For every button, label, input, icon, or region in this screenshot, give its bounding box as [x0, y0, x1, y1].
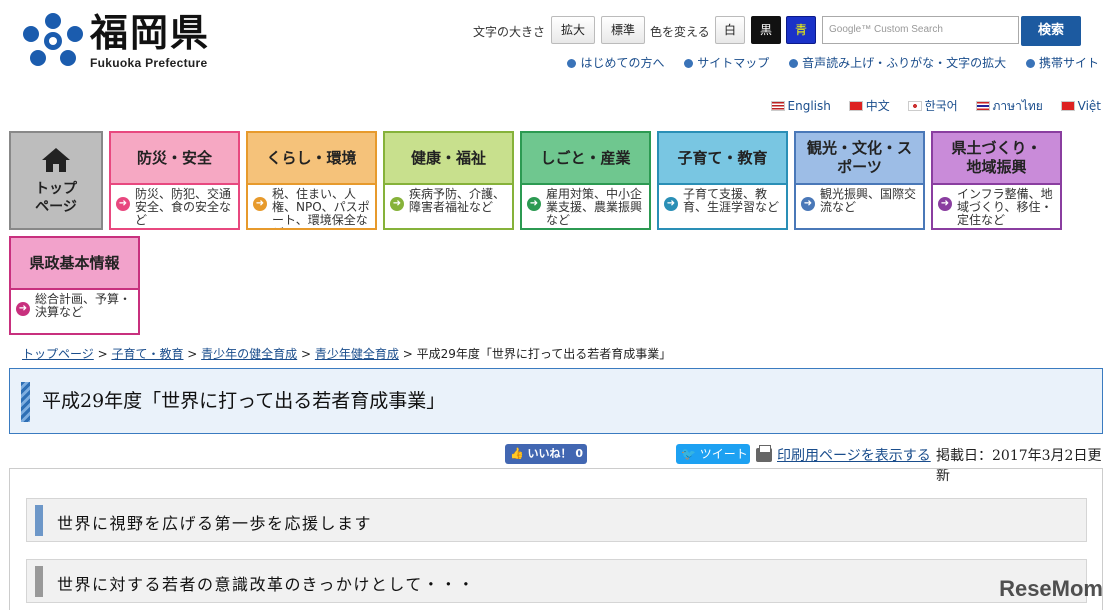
nav-tile-government-info[interactable]: 県政基本情報 ➜ 総合計画、予算・決算など [9, 236, 140, 335]
font-size-label: 文字の大きさ [473, 25, 546, 39]
nav-tile-work-industry[interactable]: しごと・産業 ➜ 雇用対策、中小企業支援、農業振興など [520, 131, 651, 230]
page-title: 平成29年度「世界に打って出る若者育成事業」 [42, 390, 446, 412]
breadcrumb-current: 平成29年度「世界に打って出る若者育成事業」 [416, 347, 672, 361]
color-blue-button[interactable]: 青 [786, 16, 816, 44]
resemom-watermark: ReseMom [999, 576, 1103, 601]
nav-tile-tourism-culture[interactable]: 観光・文化・スポーツ ➜ 観光振興、国際交流など [794, 131, 925, 230]
utility-links: はじめての方へ サイトマップ 音声読み上げ・ふりがな・文字の拡大 携帯サイト [551, 54, 1099, 71]
nav-tile-title: くらし・環境 [248, 133, 375, 185]
thumbs-up-icon: 👍 [510, 447, 528, 460]
util-link-sitemap[interactable]: サイトマップ [684, 56, 769, 70]
section-heading: 世界に視野を広げる第一歩を応援します [26, 498, 1087, 542]
arrow-right-icon: ➜ [253, 197, 267, 211]
site-logo[interactable]: 福岡県 Fukuoka Prefecture [22, 10, 222, 72]
section-accent-bar [35, 505, 43, 536]
nav-tile-health-welfare[interactable]: 健康・福祉 ➜ 疾病予防、介護、障害者福祉など [383, 131, 514, 230]
nav-tile-disaster-safety[interactable]: 防災・安全 ➜ 防災、防犯、交通安全、食の安全など [109, 131, 240, 230]
nav-tile-title: 観光・文化・スポーツ [796, 133, 923, 185]
facebook-like-button[interactable]: 👍 いいね！ 0 [505, 444, 587, 464]
nav-top-page[interactable]: トップ ページ [9, 131, 103, 230]
util-link-accessibility[interactable]: 音声読み上げ・ふりがな・文字の拡大 [789, 56, 1006, 70]
bullet-icon [789, 59, 799, 68]
tweet-button[interactable]: 🐦 ツイート [676, 444, 750, 464]
nav-tile-childcare-education[interactable]: 子育て・教育 ➜ 子育て支援、教育、生涯学習など [657, 131, 788, 230]
util-link-first-time[interactable]: はじめての方へ [567, 56, 664, 70]
breadcrumb: トップページ > 子育て・教育 > 青少年の健全育成 > 青少年健全育成 > 平… [22, 347, 672, 361]
lang-chinese[interactable]: 中文 [848, 99, 890, 113]
arrow-right-icon: ➜ [390, 197, 404, 211]
us-flag-icon [770, 101, 785, 111]
home-icon [42, 148, 70, 172]
logo-subtitle: Fukuoka Prefecture [90, 56, 208, 70]
china-flag-icon [848, 101, 863, 111]
section-accent-bar [35, 566, 43, 597]
breadcrumb-link[interactable]: トップページ [22, 347, 94, 361]
nav-tile-title: しごと・産業 [522, 133, 649, 185]
language-links: English 中文 한국어 ภาษาไทย Việt [757, 97, 1101, 116]
arrow-right-icon: ➜ [527, 197, 541, 211]
font-large-button[interactable]: 拡大 [551, 16, 595, 44]
lang-vietnamese[interactable]: Việt [1060, 99, 1101, 113]
color-black-button[interactable]: 黒 [751, 16, 781, 44]
search-input[interactable]: Google™ Custom Search [822, 16, 1019, 44]
font-standard-button[interactable]: 標準 [601, 16, 645, 44]
nav-tile-land-regional[interactable]: 県土づくり・地域振興 ➜ インフラ整備、地域づくり、移住・定住など [931, 131, 1062, 230]
thai-flag-icon [975, 101, 990, 111]
nav-tile-title: 県土づくり・地域振興 [933, 133, 1060, 185]
main-content: 世界に視野を広げる第一歩を応援します 世界に対する若者の意識改革のきっかけとして… [9, 468, 1103, 610]
color-change-label: 色を変える [650, 25, 710, 39]
nav-tile-title: 県政基本情報 [11, 238, 138, 290]
arrow-right-icon: ➜ [938, 197, 952, 211]
breadcrumb-link[interactable]: 青少年健全育成 [315, 347, 399, 361]
nav-tile-title: 防災・安全 [111, 133, 238, 185]
lang-english[interactable]: English [770, 99, 831, 113]
breadcrumb-link[interactable]: 子育て・教育 [111, 347, 183, 361]
section-heading: 世界に対する若者の意識改革のきっかけとして・・・ [26, 559, 1087, 603]
printer-icon [756, 445, 772, 462]
color-white-button[interactable]: 白 [715, 16, 745, 44]
breadcrumb-link[interactable]: 青少年の健全育成 [201, 347, 297, 361]
page-title-box: 平成29年度「世界に打って出る若者育成事業」 [9, 368, 1103, 434]
search-button[interactable]: 検索 [1021, 16, 1081, 46]
nav-tile-title: 健康・福祉 [385, 133, 512, 185]
bullet-icon [567, 59, 577, 68]
vietnam-flag-icon [1060, 101, 1075, 111]
arrow-right-icon: ➜ [16, 302, 30, 316]
twitter-bird-icon: 🐦 [681, 447, 700, 461]
bullet-icon [1025, 59, 1035, 68]
arrow-right-icon: ➜ [801, 197, 815, 211]
fukuoka-emblem-icon [23, 13, 83, 66]
title-accent-bar [21, 382, 30, 422]
bullet-icon [684, 59, 694, 68]
nav-tile-title: 子育て・教育 [659, 133, 786, 185]
arrow-right-icon: ➜ [664, 197, 678, 211]
lang-thai[interactable]: ภาษาไทย [975, 99, 1043, 113]
util-link-mobile[interactable]: 携帯サイト [1025, 56, 1099, 70]
korea-flag-icon [907, 101, 922, 111]
lang-korean[interactable]: 한국어 [907, 99, 958, 113]
print-page-link[interactable]: 印刷用ページを表示する [756, 445, 931, 465]
logo-text: 福岡県 [90, 10, 211, 55]
accessibility-tools: 文字の大きさ 拡大 標準 色を変える 白 黒 青 Google™ Custom … [473, 16, 1113, 46]
arrow-right-icon: ➜ [116, 197, 130, 211]
nav-tile-life-environment[interactable]: くらし・環境 ➜税、住まい、人権、NPO、パスポート、環境保全など [246, 131, 377, 230]
